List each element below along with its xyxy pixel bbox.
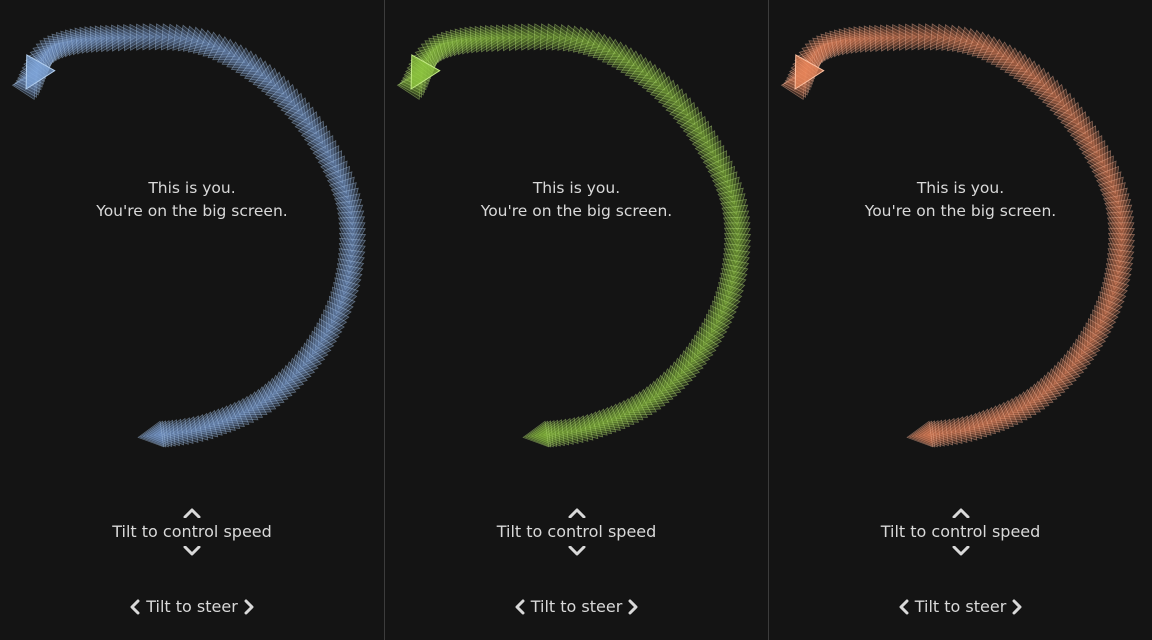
chevron-left-icon (130, 599, 140, 615)
caption-line-1: This is you. (916, 179, 1005, 197)
player-panel-orange: This is you. You're on the big screen. T… (768, 0, 1152, 640)
caption-line-2: You're on the big screen. (864, 202, 1057, 220)
speed-hint-label: Tilt to control speed (880, 522, 1041, 541)
steer-hint: Tilt to steer (0, 596, 384, 618)
speed-hint-label: Tilt to control speed (112, 522, 272, 541)
caption-line-1: This is you. (532, 179, 621, 197)
trail-segment (906, 420, 934, 448)
trail-segment (522, 420, 550, 448)
chevron-left-icon (515, 599, 525, 615)
intro-caption: This is you. You're on the big screen. (0, 177, 384, 223)
ship-trail-group (396, 23, 752, 448)
chevron-up-icon (568, 508, 585, 518)
chevron-down-icon (183, 546, 201, 556)
caption-line-2: You're on the big screen. (480, 202, 673, 220)
chevron-down-icon (568, 546, 585, 556)
chevron-down-icon (952, 546, 969, 556)
speed-hint: Tilt to control speed (769, 508, 1152, 556)
chevron-left-icon (899, 599, 909, 615)
speed-hint: Tilt to control speed (0, 508, 384, 556)
chevron-right-icon (244, 599, 254, 615)
ship-trail-group (780, 23, 1136, 448)
speed-hint-label: Tilt to control speed (496, 522, 657, 541)
chevron-up-icon (183, 508, 201, 518)
intro-caption: This is you. You're on the big screen. (769, 177, 1152, 223)
player-panel-blue: This is you. You're on the big screen. T… (0, 0, 384, 640)
intro-caption: This is you. You're on the big screen. (385, 177, 768, 223)
steer-hint-label: Tilt to steer (914, 597, 1007, 616)
player-panel-green: This is you. You're on the big screen. T… (384, 0, 768, 640)
chevron-right-icon (628, 599, 638, 615)
trail-segment (137, 420, 165, 448)
speed-hint: Tilt to control speed (385, 508, 768, 556)
chevron-right-icon (1012, 599, 1022, 615)
steer-hint: Tilt to steer (385, 596, 768, 618)
ship-trail-group (11, 23, 367, 448)
caption-line-1: This is you. (148, 179, 236, 197)
chevron-up-icon (952, 508, 969, 518)
steer-hint-label: Tilt to steer (146, 597, 238, 616)
steer-hint: Tilt to steer (769, 596, 1152, 618)
caption-line-2: You're on the big screen. (96, 202, 288, 220)
player-screens: This is you. You're on the big screen. T… (0, 0, 1152, 640)
steer-hint-label: Tilt to steer (530, 597, 623, 616)
